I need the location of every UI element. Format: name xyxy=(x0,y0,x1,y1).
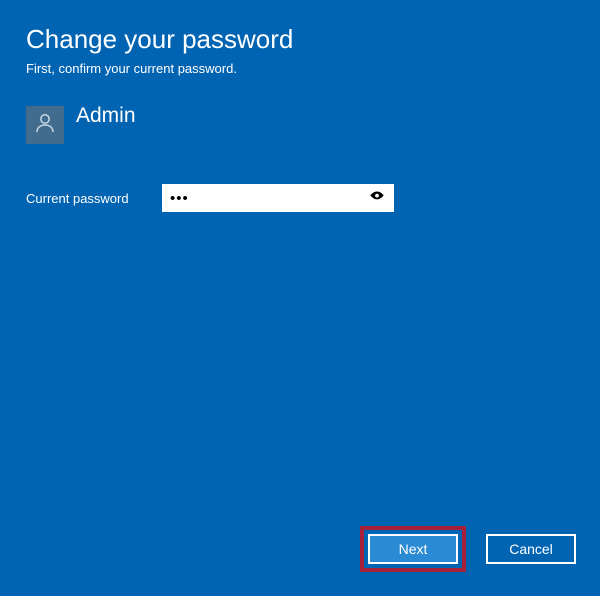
page-subtitle: First, confirm your current password. xyxy=(26,61,574,76)
username-label: Admin xyxy=(76,104,136,128)
person-icon xyxy=(33,111,57,140)
current-password-input[interactable] xyxy=(162,184,394,212)
reveal-password-button[interactable] xyxy=(362,184,392,212)
current-password-row: Current password xyxy=(26,184,574,212)
footer-buttons: Next Cancel xyxy=(360,526,576,572)
user-info: Admin xyxy=(26,104,574,144)
password-input-wrap xyxy=(162,184,394,212)
next-button-highlight: Next xyxy=(360,526,466,572)
avatar xyxy=(26,106,64,144)
page-title: Change your password xyxy=(26,24,574,55)
current-password-label: Current password xyxy=(26,191,144,206)
next-button[interactable]: Next xyxy=(368,534,458,564)
eye-icon xyxy=(368,187,386,210)
cancel-button[interactable]: Cancel xyxy=(486,534,576,564)
